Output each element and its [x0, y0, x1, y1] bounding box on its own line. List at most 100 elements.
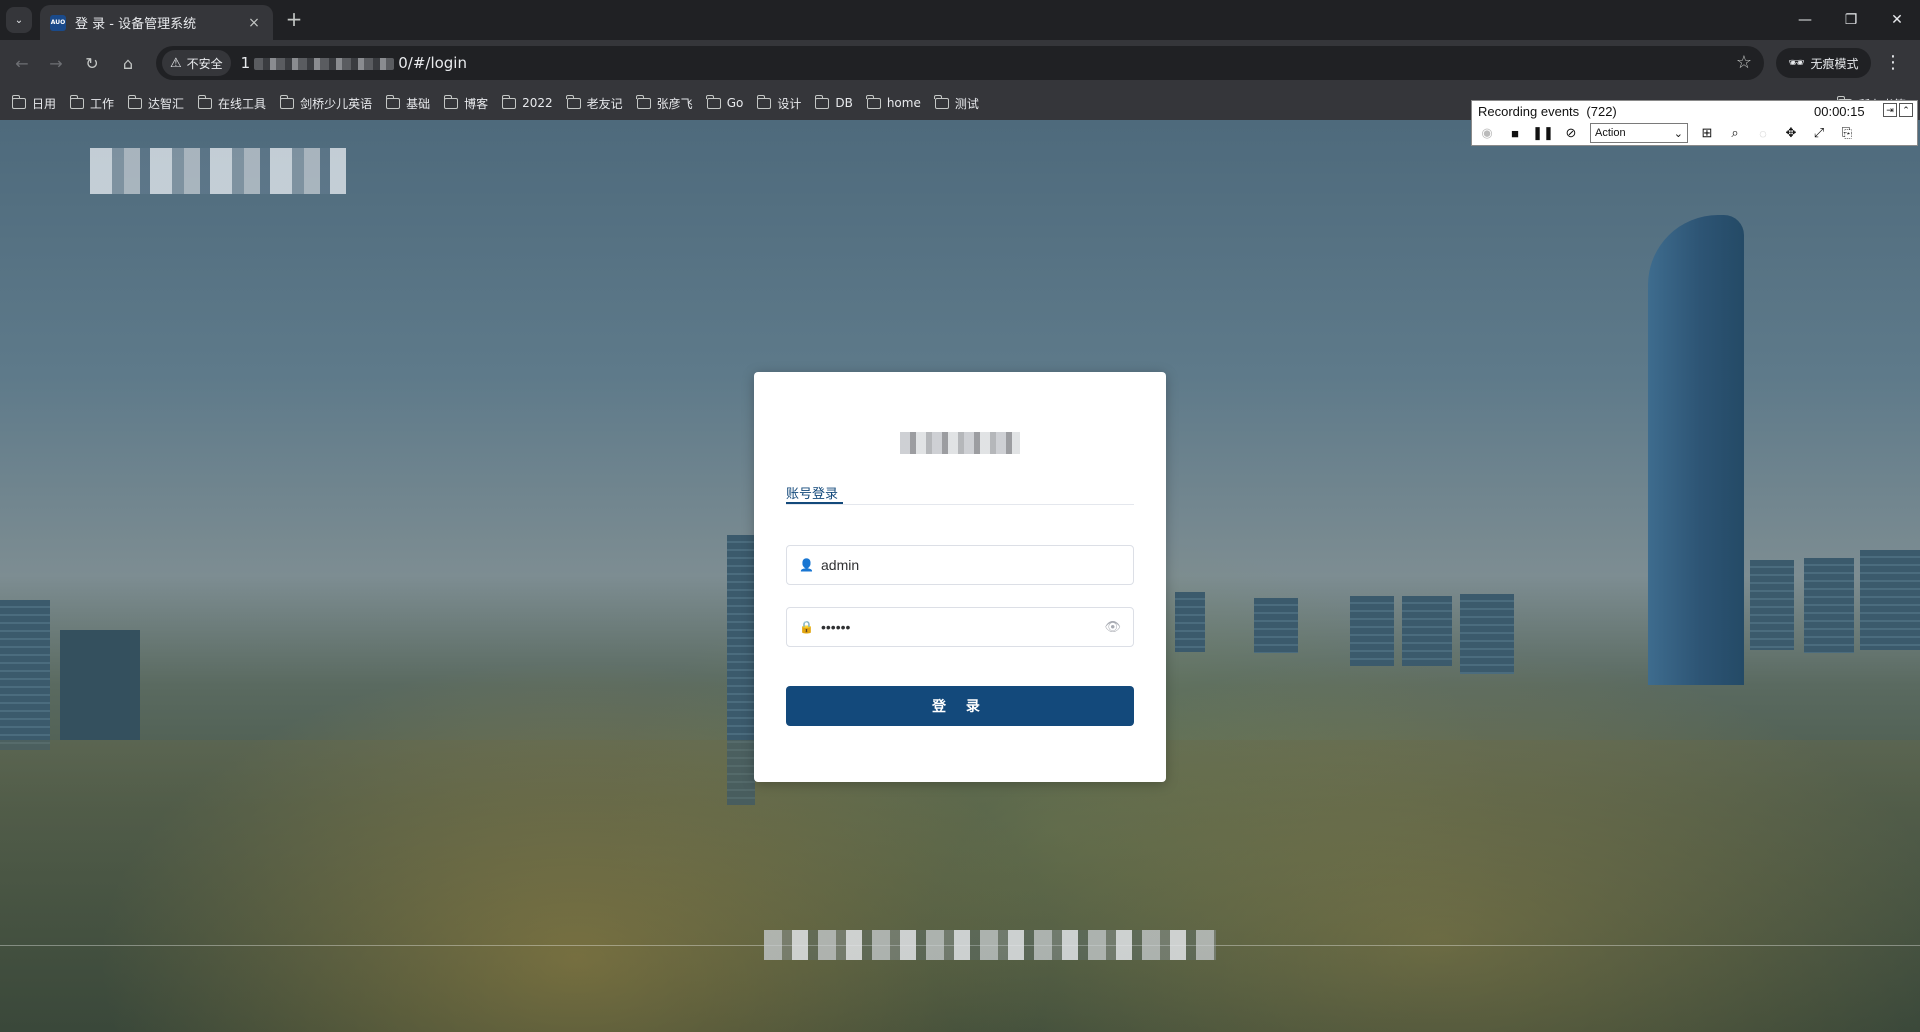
window-controls: — ❐ ✕ [1782, 0, 1920, 40]
recorder-dock-icon[interactable]: ⇥ [1883, 103, 1897, 117]
bookmark-folder[interactable]: Go [706, 94, 743, 110]
recorder-window-buttons: ⇥ ⌃ [1883, 103, 1913, 117]
background-building [1350, 596, 1394, 666]
bookmark-folder[interactable]: 张彦飞 [636, 94, 693, 112]
bookmark-folder[interactable]: 设计 [756, 94, 802, 112]
folder-icon [566, 94, 581, 109]
username-input[interactable] [821, 557, 1121, 573]
login-page-background: 账号登录 👤 🔒 👁 登 录 [0, 120, 1920, 1032]
folder-icon [69, 94, 85, 109]
forward-button[interactable]: → [44, 51, 68, 75]
bookmark-folder[interactable]: home [866, 94, 921, 110]
recording-widget: Recording events (722) 00:00:15 ⇥ ⌃ ◉ ■ … [1471, 100, 1918, 146]
recording-timer: 00:00:15 [1814, 104, 1865, 119]
background-building [0, 600, 50, 750]
background-building [1460, 594, 1514, 674]
security-indicator[interactable]: ⚠ 不安全 [162, 50, 231, 76]
bookmark-label: 测试 [954, 96, 979, 111]
tab-search-button[interactable]: ⌄ [6, 7, 32, 33]
bookmark-label: DB [835, 96, 853, 110]
url-text: 1 0/#/login [241, 54, 467, 72]
close-window-button[interactable]: ✕ [1874, 0, 1920, 40]
bookmark-label: 老友记 [586, 96, 623, 111]
folder-icon [814, 94, 830, 109]
password-input[interactable] [821, 619, 1105, 635]
inspect-icon[interactable]: ⌕ [1726, 124, 1744, 142]
recorder-mode-select[interactable]: Action ⌄ [1590, 123, 1688, 143]
bookmark-label: 2022 [522, 96, 553, 110]
tab-title: 登 录 - 设备管理系统 [75, 17, 197, 32]
home-button[interactable]: ⌂ [116, 51, 140, 75]
bookmark-folder[interactable]: 日用 [11, 94, 56, 112]
login-button[interactable]: 登 录 [786, 686, 1134, 726]
bookmark-folder[interactable]: 在线工具 [197, 94, 266, 112]
capture-element-icon[interactable]: ⊞ [1698, 124, 1716, 142]
move-icon[interactable]: ✥ [1782, 124, 1800, 142]
url-redacted-region [254, 57, 395, 70]
tab-divider [786, 504, 1134, 505]
bookmark-folder[interactable]: 达智汇 [127, 94, 185, 112]
bookmark-folder[interactable]: 工作 [69, 94, 115, 112]
bookmark-label: 博客 [464, 96, 489, 111]
browser-toolbar: ← → ↻ ⌂ ⚠ 不安全 1 0/#/login ☆ 🕶 无痕模式 ⋮ [0, 40, 1920, 86]
bookmark-folder[interactable]: 2022 [501, 94, 553, 110]
record-icon[interactable]: ◉ [1478, 124, 1496, 142]
bookmark-folder[interactable]: 博客 [443, 94, 489, 112]
folder-icon [756, 94, 772, 109]
footer-text-redacted [764, 930, 1216, 960]
incognito-indicator[interactable]: 🕶 无痕模式 [1776, 48, 1871, 78]
login-card: 账号登录 👤 🔒 👁 登 录 [754, 372, 1166, 782]
folder-icon [11, 94, 26, 109]
background-building [1804, 558, 1854, 653]
bookmark-folder[interactable]: 测试 [934, 94, 979, 112]
restore-button[interactable]: ❐ [1828, 0, 1874, 40]
recorder-mode-value: Action [1595, 127, 1626, 139]
folder-icon [934, 94, 949, 109]
background-building [60, 630, 140, 740]
reload-button[interactable]: ↻ [80, 51, 104, 75]
bookmark-folder[interactable]: 剑桥少儿英语 [279, 94, 372, 112]
bookmark-folder[interactable]: 老友记 [566, 94, 623, 112]
incognito-label: 无痕模式 [1810, 56, 1859, 71]
lock-icon: 🔒 [799, 620, 814, 634]
tab-strip: ⌄ AUO 登 录 - 设备管理系统 × + — ❐ ✕ [0, 0, 1920, 40]
export-icon[interactable]: ⎘ [1838, 124, 1856, 142]
tab-account-login[interactable]: 账号登录 [786, 483, 838, 502]
recorder-collapse-icon[interactable]: ⌃ [1899, 103, 1913, 117]
wait-icon[interactable]: ◌ [1754, 124, 1772, 142]
reload-icon: ↻ [85, 53, 99, 73]
tab-close-icon[interactable]: × [245, 15, 263, 31]
browser-tab-active[interactable]: AUO 登 录 - 设备管理系统 × [40, 5, 273, 40]
bookmark-label: 工作 [90, 96, 115, 111]
background-skyscraper [1648, 215, 1744, 685]
browser-menu-icon[interactable]: ⋮ [1884, 52, 1902, 73]
folder-icon [279, 94, 295, 109]
folder-icon [501, 94, 517, 109]
username-field[interactable]: 👤 [786, 545, 1134, 585]
pause-icon[interactable]: ❚❚ [1532, 124, 1554, 142]
back-button[interactable]: ← [10, 51, 34, 75]
minimize-button[interactable]: — [1782, 0, 1828, 40]
address-bar[interactable]: ⚠ 不安全 1 0/#/login ☆ [156, 46, 1764, 80]
back-arrow-icon: ← [15, 53, 29, 73]
chevron-down-icon: ⌄ [14, 14, 24, 26]
system-title-redacted [900, 432, 1020, 454]
show-password-eye-icon[interactable]: 👁 [1104, 620, 1121, 635]
recording-count: (722) [1586, 104, 1617, 119]
background-building [1860, 550, 1920, 650]
recording-title: Recording events (722) [1478, 104, 1617, 119]
bookmark-star-icon[interactable]: ☆ [1736, 52, 1752, 73]
bookmark-folder[interactable]: 基础 [385, 94, 431, 112]
stop-icon[interactable]: ■ [1506, 124, 1524, 142]
background-building [1254, 598, 1298, 653]
password-field[interactable]: 🔒 👁 [786, 607, 1134, 647]
bookmark-label: 基础 [406, 96, 431, 111]
bookmark-label: 达智汇 [148, 96, 185, 111]
disable-icon[interactable]: ⊘ [1562, 124, 1580, 142]
folder-icon [197, 94, 213, 109]
bookmark-label: 设计 [777, 96, 802, 111]
incognito-icon: 🕶 [1788, 55, 1805, 71]
screenshot-icon[interactable]: ⤢ [1810, 124, 1828, 142]
bookmark-folder[interactable]: DB [814, 94, 853, 110]
new-tab-button[interactable]: + [282, 8, 306, 32]
